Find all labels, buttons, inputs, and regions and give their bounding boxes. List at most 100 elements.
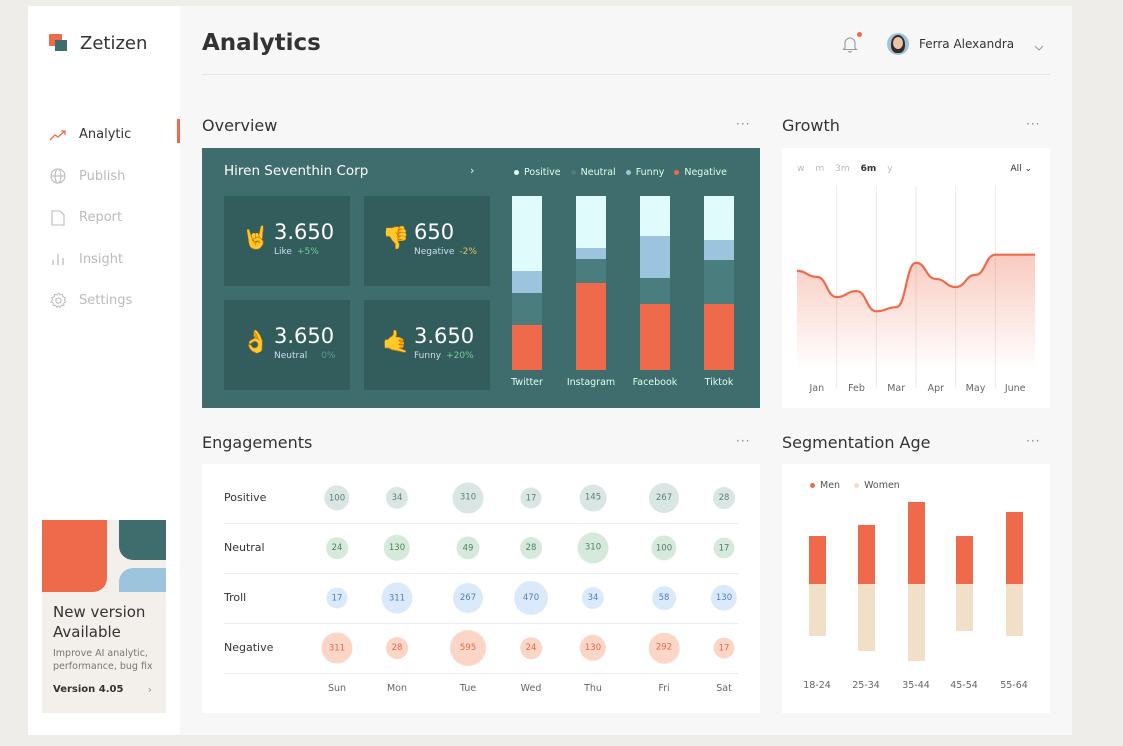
- bar-tiktok[interactable]: [704, 196, 734, 370]
- bubble-troll-sun[interactable]: 17: [326, 587, 348, 609]
- chevron-down-icon[interactable]: [1034, 38, 1044, 51]
- bar-segment-funny: [640, 236, 670, 278]
- bar-segment-neutral: [512, 293, 542, 325]
- bubble-troll-thu[interactable]: 34: [581, 586, 605, 610]
- range-tab-3m[interactable]: 3m: [835, 164, 850, 174]
- sidebar-item-insight[interactable]: Insight: [49, 239, 180, 281]
- sidebar-item-publish[interactable]: Publish: [49, 156, 180, 198]
- overview-bar-chart: [512, 196, 744, 370]
- engagements-title: Engagements: [202, 433, 313, 452]
- range-tab-m[interactable]: m: [815, 164, 824, 174]
- day-label: Tue: [459, 683, 477, 694]
- bar-facebook[interactable]: [640, 196, 670, 370]
- bar-instagram[interactable]: [576, 196, 606, 370]
- x-tick-label: Twitter: [511, 377, 543, 388]
- logo[interactable]: Zetizen: [49, 33, 147, 54]
- bubble-negative-sat[interactable]: 17: [713, 637, 735, 659]
- bubble-negative-fri[interactable]: 292: [648, 632, 680, 664]
- bubble-positive-thu[interactable]: 145: [579, 484, 607, 512]
- bar-women-35-44[interactable]: [907, 584, 925, 661]
- decorative-shape: [42, 520, 107, 592]
- promo-description: Improve AI analytic, performance, bug fi…: [53, 648, 153, 672]
- bar-men-18-24[interactable]: [808, 536, 826, 584]
- new-version-card[interactable]: New version Available Improve AI analyti…: [42, 520, 166, 713]
- engagements-panel: Positive 100 34 310 17 145 267 28 Neutral 24 130 49…: [202, 464, 760, 713]
- bubble-troll-tue[interactable]: 267: [452, 582, 484, 614]
- growth-more-icon[interactable]: ···: [1026, 118, 1040, 130]
- bubble-positive-tue[interactable]: 310: [452, 482, 484, 514]
- bar-segment-funny: [512, 270, 542, 294]
- bubble-neutral-tue[interactable]: 49: [456, 536, 480, 560]
- bubble-negative-mon[interactable]: 28: [386, 637, 408, 659]
- bar-men-55-64[interactable]: [1005, 512, 1023, 584]
- kpi-neutral[interactable]: 👌 3.650 Neutral 0%: [224, 300, 350, 390]
- bubble-troll-fri[interactable]: 58: [652, 586, 676, 610]
- segmentation-more-icon[interactable]: ···: [1026, 435, 1040, 447]
- bubble-positive-fri[interactable]: 267: [648, 482, 680, 514]
- bubble-troll-sat[interactable]: 130: [710, 584, 738, 612]
- range-tab-w[interactable]: w: [797, 164, 804, 174]
- bar-men-35-44[interactable]: [907, 502, 925, 584]
- bubble-negative-wed[interactable]: 24: [520, 637, 542, 659]
- company-name: Hiren Seventhin Corp: [224, 163, 369, 179]
- sidebar-item-analytic[interactable]: Analytic: [49, 114, 180, 156]
- sidebar-item-label: Report: [79, 210, 123, 226]
- overview-more-icon[interactable]: ···: [736, 118, 750, 130]
- kpi-funny[interactable]: 🤙 3.650 Funny +20%: [364, 300, 490, 390]
- segmentation-panel: Men Women 18-24 25-34 35-44 45-54 55-64: [782, 464, 1050, 713]
- kpi-negative[interactable]: 👎 650 Negative -2%: [364, 196, 490, 286]
- bar-women-45-54[interactable]: [955, 584, 973, 631]
- bubble-negative-tue[interactable]: 595: [450, 630, 486, 666]
- notification-bell-icon[interactable]: [840, 34, 860, 54]
- bubble-positive-wed[interactable]: 17: [520, 487, 542, 509]
- bubble-neutral-mon[interactable]: 130: [383, 534, 411, 562]
- sidebar: Zetizen Analytic Publish Report Insight …: [28, 6, 180, 735]
- bar-women-18-24[interactable]: [808, 584, 826, 636]
- app-name: Zetizen: [80, 33, 148, 54]
- bubble-troll-wed[interactable]: 470: [514, 581, 548, 615]
- bar-segment-positive: [576, 196, 606, 249]
- overview-title: Overview: [202, 116, 278, 135]
- bubble-neutral-thu[interactable]: 310: [577, 532, 609, 564]
- sidebar-item-label: Settings: [79, 293, 133, 309]
- bubble-neutral-sun[interactable]: 24: [326, 537, 348, 559]
- bubble-negative-sun[interactable]: 311: [321, 632, 353, 664]
- chevron-right-icon[interactable]: ›: [470, 164, 474, 177]
- bubble-troll-mon[interactable]: 311: [381, 582, 413, 614]
- bubble-negative-thu[interactable]: 130: [579, 634, 607, 662]
- row-divider: [224, 573, 738, 574]
- day-label: Fri: [658, 683, 670, 694]
- bubble-positive-sat[interactable]: 28: [713, 487, 735, 509]
- legend-label: Neutral: [580, 167, 616, 178]
- thumbs-down-icon: 👎: [382, 226, 410, 251]
- bar-men-45-54[interactable]: [955, 536, 973, 584]
- bubble-neutral-sat[interactable]: 17: [713, 537, 735, 559]
- bubble-positive-sun[interactable]: 100: [324, 485, 350, 511]
- bar-women-55-64[interactable]: [1005, 584, 1023, 636]
- user-menu[interactable]: Ferra Alexandra: [887, 33, 1014, 55]
- bar-segment-negative: [576, 282, 606, 370]
- growth-filter-dropdown[interactable]: All ⌄: [1010, 164, 1032, 174]
- chevron-right-icon[interactable]: ›: [148, 683, 152, 696]
- day-label: Thu: [584, 683, 602, 694]
- bubble-neutral-fri[interactable]: 100: [651, 535, 677, 561]
- segmentation-legend: Men Women: [810, 480, 914, 491]
- x-tick-label: Jan: [809, 383, 825, 394]
- bar-women-25-34[interactable]: [857, 584, 875, 651]
- promo-title: New version Available: [53, 603, 146, 641]
- x-tick-label: Mar: [887, 383, 905, 394]
- sidebar-item-report[interactable]: Report: [49, 197, 180, 239]
- range-tab-y[interactable]: y: [887, 164, 892, 174]
- sidebar-item-label: Publish: [79, 168, 126, 184]
- bar-twitter[interactable]: [512, 196, 542, 370]
- bubble-neutral-wed[interactable]: 28: [520, 537, 542, 559]
- engagements-more-icon[interactable]: ···: [736, 435, 750, 447]
- bubble-positive-mon[interactable]: 34: [385, 486, 409, 510]
- range-tab-6m[interactable]: 6m: [861, 164, 877, 174]
- day-label: Sun: [327, 683, 347, 694]
- row-label-positive: Positive: [224, 491, 267, 504]
- legend-item-women: Women: [854, 480, 900, 491]
- bar-men-25-34[interactable]: [857, 525, 875, 584]
- kpi-like[interactable]: 🤘 3.650 Like +5%: [224, 196, 350, 286]
- sidebar-item-settings[interactable]: Settings: [49, 280, 180, 322]
